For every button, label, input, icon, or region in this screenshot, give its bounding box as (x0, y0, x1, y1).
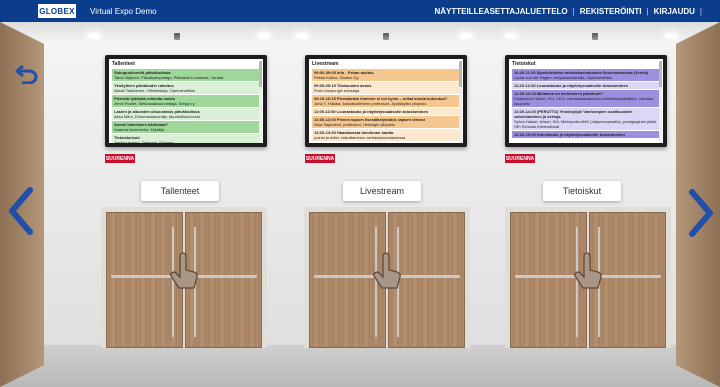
schedule-entry[interactable]: 12:30-13:00 Pienen lapsen lisesäätelytai… (312, 116, 460, 128)
entry-title: 11:00-12:30 Lounastauko ja näyttelyssaal… (314, 109, 429, 114)
door-recordings[interactable] (101, 207, 267, 348)
entry-title: 13:20-14:20 (PERUTTU) Yhteistyöjä! Vanhe… (514, 109, 633, 119)
chevron-left-icon[interactable] (6, 186, 36, 236)
entry-text: puinel ja niihin vaikuttaminen varhaiska… (314, 135, 406, 140)
entry-text: Nina Sajaniemi, professori, Helsingin yl… (314, 122, 395, 127)
scrollbar-thumb[interactable] (459, 61, 462, 87)
spot-light (592, 33, 598, 40)
entry-text: Alisa Mero, Enkunsaaavuntija, Akuheltiir… (114, 114, 200, 119)
screen-livestream: Livestream 09:00-09:05 Info - Pekan aloi… (305, 55, 467, 147)
entry-text: Kaijamaria Haime, KM, VEO, varhaiskasvat… (514, 96, 654, 106)
schedule-panel: Tietoiskut 10:40-11:20 Ajankohtaista var… (509, 59, 663, 143)
floor (0, 345, 720, 387)
double-door[interactable] (106, 212, 262, 348)
ceiling (0, 22, 720, 42)
panel-title: Tietoiskut (512, 61, 536, 67)
door-sign-livestream: Livestream (343, 181, 421, 201)
schedule-entry[interactable]: Lasten ja aikuisten ulkoustatus päiväkod… (112, 108, 260, 120)
schedule-entry[interactable]: 11:20-12:30 Lounastauko ja näyttelyssaal… (512, 82, 660, 89)
schedule-entry[interactable]: 13:20-14:20 (PERUTTU) Yhteistyöjä! Vanhe… (512, 108, 660, 130)
schedule-entry[interactable]: Yksilyiteen päiväkodin rahoitus Aksali Ta… (112, 82, 260, 94)
entry-title: 11:20-12:30 Lounastauko ja näyttelyssaal… (514, 83, 629, 88)
schedule-entry[interactable]: 12:30-13:15 Millainen on kiehitsteen päi… (512, 90, 660, 107)
schedule-entry[interactable]: Sukupuolineutti päiväkodissa Taina Viljan… (112, 69, 260, 81)
ceiling-light (460, 34, 472, 38)
entry-text: Sylvia Hakari, lehtori, KM, Metropolia A… (514, 119, 657, 129)
ceiling-light (665, 34, 677, 38)
schedule-entry[interactable]: 10:40-11:20 Ajankohtaista varhaiskasvatu… (512, 69, 660, 81)
scrollbar-thumb[interactable] (659, 61, 662, 87)
scrollbar-thumb[interactable] (259, 61, 262, 87)
schedule-entry[interactable]: 11:00-12:30 Lounastauko ja näyttelyssaal… (312, 108, 460, 115)
main-nav: NÄYTTEILLEASETTAJALUETTELO | REKISTERÖIN… (434, 7, 702, 16)
ceiling-light (296, 34, 308, 38)
nav-separator: | (646, 6, 649, 16)
hand-pointer-icon[interactable] (370, 252, 404, 292)
nav-exhibitor-directory[interactable]: NÄYTTEILLEASETTAJALUETTELO (434, 7, 567, 16)
ceiling-light (505, 34, 517, 38)
entry-text: Jenni Huolet, Siekusaakoulunettaja, Srep… (114, 101, 195, 106)
entry-text: Pekka Kukko, Globex Oy (314, 75, 359, 80)
double-door[interactable] (510, 212, 666, 348)
globex-logo[interactable]: GLOBEX (38, 4, 76, 18)
schedule-entry[interactable]: 09:15-10:15 Pientalotwk ihminen ei voi h… (312, 95, 460, 107)
spot-light (174, 33, 180, 40)
schedule-panel: Livestream 09:00-09:05 Info - Pekan aloi… (309, 59, 463, 143)
schedule-list: 09:00-09:05 Info - Pekan aloitus Pekka Ku… (312, 69, 460, 141)
hand-pointer-icon[interactable] (571, 252, 605, 292)
nav-separator: | (699, 6, 702, 16)
schedule-entry[interactable]: 14:30-15:00 Kahvitauko ja näyttelyssaals… (512, 131, 660, 138)
screen-recordings: Tallenteet Sukupuolineutti päiväkodissa T… (105, 55, 267, 147)
nav-separator: | (572, 6, 575, 16)
app-title: Virtual Expo Demo (90, 6, 157, 16)
schedule-entry[interactable]: 09:00-09:05 Info - Pekan aloitus Pekka Ku… (312, 69, 460, 81)
nav-registration[interactable]: REKISTERÖINTI (580, 7, 642, 16)
door-sign-info-sessions: Tietoiskut (543, 181, 621, 201)
zoom-button-livestream[interactable]: SUURENNA (305, 154, 335, 163)
door-livestream[interactable] (304, 207, 470, 348)
entry-text: Laura von der Hagen, erityisasiantuntija… (514, 75, 613, 80)
door-info-sessions[interactable] (505, 207, 671, 348)
entry-text: Jaakko Isotalo, Teetaaja, Globeex (114, 140, 174, 143)
schedule-entry[interactable]: Pienistä lyödistä rohkeita naisia Jenni H… (112, 95, 260, 107)
top-bar: GLOBEX Virtual Expo Demo NÄYTTEILLEASETT… (0, 0, 720, 22)
schedule-entry[interactable]: 13:20-14:20 Haastavasta toiminnan kautta… (312, 129, 460, 141)
schedule-list: Sukupuolineutti päiväkodissa Taina Viljan… (112, 69, 260, 143)
hand-pointer-icon[interactable] (167, 252, 201, 292)
panel-title: Livestream (312, 61, 339, 67)
entry-text: Kaarina Numminen, Kirjailija (114, 127, 165, 132)
logo-text: GLOBEX (39, 6, 75, 16)
entry-text: Porin kaupungin edustaja (314, 88, 360, 93)
schedule-entry[interactable]: Suomi lukemisen kärkimaa? Kaarina Nummine… (112, 121, 260, 133)
nav-login[interactable]: KIRJAUDU (654, 7, 695, 16)
screen-info-sessions: Tietoiskut 10:40-11:20 Ajankohtaista var… (505, 55, 667, 147)
double-door[interactable] (309, 212, 465, 348)
ceiling-light (258, 34, 270, 38)
entry-title: 14:30-15:00 Kahvitauko ja näyttelyssaals… (514, 132, 625, 137)
door-sign-recordings: Tallenteet (141, 181, 219, 201)
chevron-right-icon[interactable] (686, 188, 716, 238)
entry-text: Aksali Tarkkanen, Ylilehteskija, Opetush… (114, 88, 196, 93)
entry-text: Juha T. Hakala, kasvatustieteen professo… (314, 101, 427, 106)
schedule-entry[interactable]: 09:05-09:15 Tilaisuuden avaus Porin kaupu… (312, 82, 460, 94)
schedule-panel: Tallenteet Sukupuolineutti päiväkodissa T… (109, 59, 263, 143)
schedule-entry[interactable]: Tietoiskulsuti Jaakko Isotalo, Teetaaja, … (112, 134, 260, 143)
schedule-list: 10:40-11:20 Ajankohtaista varhaiskasvatu… (512, 69, 660, 138)
panel-title: Tallenteet (112, 61, 135, 67)
spot-light (383, 33, 389, 40)
zoom-button-recordings[interactable]: SUURENNA (105, 154, 135, 163)
ceiling-light (88, 34, 100, 38)
undo-arrow-icon[interactable] (14, 62, 40, 84)
entry-text: Taina Viljanen, Päiväkotiopettaja, Päivä… (114, 75, 224, 80)
zoom-button-info-sessions[interactable]: SUURENNA (505, 154, 535, 163)
